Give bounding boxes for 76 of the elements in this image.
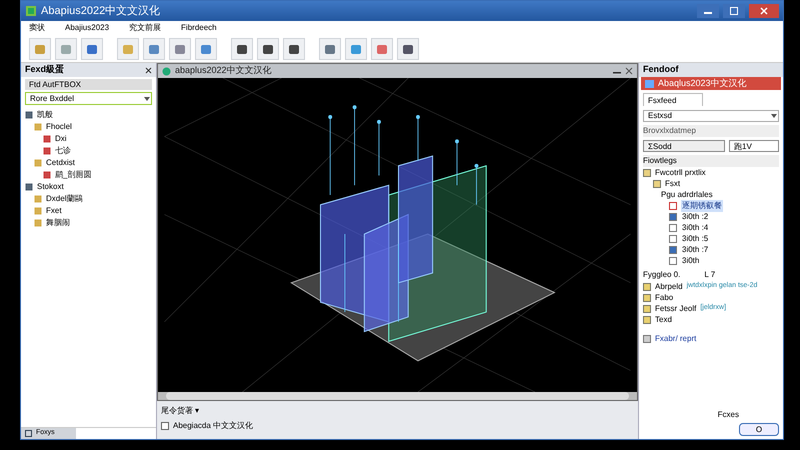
tree-item[interactable]: Dxdel蘭鷗 bbox=[46, 192, 82, 204]
caret-icon bbox=[770, 112, 778, 120]
property-label: Fabo bbox=[655, 292, 674, 304]
tree-item[interactable]: 鹛_剖厠圆 bbox=[55, 168, 92, 180]
maximize-button[interactable] bbox=[723, 4, 745, 18]
toolbar-button[interactable] bbox=[257, 38, 279, 60]
square-icon bbox=[643, 304, 651, 312]
viewport-title: abaplus2022中文文汉化 bbox=[175, 64, 272, 78]
property-dropdown[interactable]: Estxsd bbox=[643, 110, 779, 122]
checkbox-icon[interactable] bbox=[161, 422, 169, 430]
close-icon[interactable] bbox=[145, 66, 152, 74]
property-label: Fetssr Jeolf bbox=[655, 302, 696, 314]
checkbox[interactable] bbox=[669, 246, 677, 254]
panel-title: Fendoof bbox=[643, 63, 678, 76]
tree-item[interactable]: Fsxt bbox=[665, 178, 680, 190]
search-field[interactable]: ΣSodd bbox=[643, 140, 725, 152]
square-icon bbox=[643, 316, 651, 324]
tree-item[interactable]: 舞胭闹 bbox=[46, 216, 70, 228]
status-text: Abegiacda 中文文汉化 bbox=[173, 420, 254, 432]
checkbox[interactable] bbox=[669, 256, 677, 264]
model-dropdown[interactable]: Rore Bxddel bbox=[25, 92, 152, 105]
range-label: Fyggleo 0. bbox=[643, 269, 680, 281]
panel-tab[interactable]: Fsxfeed bbox=[643, 93, 703, 106]
checkbox[interactable] bbox=[669, 234, 677, 242]
tree-item[interactable]: Cetdxist bbox=[46, 156, 75, 168]
panel-title: Fexd級蛋 bbox=[25, 63, 64, 76]
toolbar-button[interactable] bbox=[397, 38, 419, 60]
property-label: Abrpeld bbox=[655, 280, 683, 292]
tree-item[interactable]: Pgu adrdrlales bbox=[661, 188, 713, 200]
menu-item[interactable]: Fibrdeech bbox=[181, 22, 217, 34]
tree-item[interactable]: 3i0th :4 bbox=[681, 222, 710, 234]
tree-item[interactable]: 凯般 bbox=[37, 108, 53, 120]
window-icon bbox=[645, 80, 654, 88]
menu-item[interactable]: 究文前展 bbox=[129, 22, 162, 34]
tree-item[interactable]: 3i0th :7 bbox=[681, 244, 710, 256]
square-icon bbox=[643, 282, 651, 290]
window-title: Abapius2022中文文汉化 bbox=[41, 4, 160, 19]
checkbox[interactable] bbox=[669, 202, 677, 210]
close-icon bbox=[760, 7, 768, 15]
checkbox[interactable] bbox=[669, 224, 677, 232]
input-field[interactable]: 跑1V bbox=[729, 140, 779, 152]
toolbar-button[interactable] bbox=[231, 38, 253, 60]
tree-item[interactable]: 3i0th bbox=[681, 254, 700, 266]
filter-field[interactable]: Ftd AutFTBOX bbox=[25, 79, 152, 90]
report-link[interactable]: Fxabr/ reprt bbox=[655, 333, 696, 345]
square-icon bbox=[643, 294, 651, 302]
tree-item[interactable]: 七诊 bbox=[55, 144, 71, 156]
app-logo-icon bbox=[162, 66, 171, 76]
property-label: Texd bbox=[655, 314, 672, 326]
section-label: Fiowtlegs bbox=[643, 155, 779, 167]
tree-item[interactable]: 3i0th :5 bbox=[681, 232, 710, 244]
tree-item[interactable]: Stokoxt bbox=[37, 180, 64, 192]
app-logo-icon bbox=[25, 5, 37, 17]
toolbar-button[interactable] bbox=[319, 38, 341, 60]
section-label: Brovxlxdatmep bbox=[643, 125, 779, 137]
checkbox[interactable] bbox=[669, 212, 677, 220]
tree-item[interactable]: Fwcotrll prxtlix bbox=[655, 166, 706, 178]
maximize-icon bbox=[730, 7, 738, 15]
toolbar-button[interactable] bbox=[81, 38, 103, 60]
tree-item[interactable]: 3i0th :2 bbox=[681, 210, 710, 222]
command-dropdown[interactable]: 尾令货著 ▾ bbox=[157, 405, 638, 417]
tree-item[interactable]: Dxi bbox=[55, 132, 67, 144]
menu-item[interactable]: 窦状 bbox=[29, 22, 45, 34]
tree-item[interactable]: 逐期锈叡餐 bbox=[681, 200, 723, 212]
close-icon[interactable] bbox=[625, 67, 633, 75]
menu-item[interactable]: Abajius2023 bbox=[65, 22, 110, 34]
caret-icon bbox=[143, 94, 151, 102]
subwindow-title: Abaqlus2023中文汉化 bbox=[658, 76, 748, 90]
footer-text: Fcxes bbox=[718, 409, 739, 421]
range-label: L 7 bbox=[704, 269, 716, 281]
close-button[interactable] bbox=[749, 4, 779, 18]
tree-item[interactable]: Fhoclel bbox=[46, 120, 72, 132]
tree-item[interactable]: Fxet bbox=[46, 204, 62, 216]
toolbar-button[interactable] bbox=[283, 38, 305, 60]
minimize-button[interactable] bbox=[697, 4, 719, 18]
ok-button[interactable]: O bbox=[739, 423, 779, 436]
